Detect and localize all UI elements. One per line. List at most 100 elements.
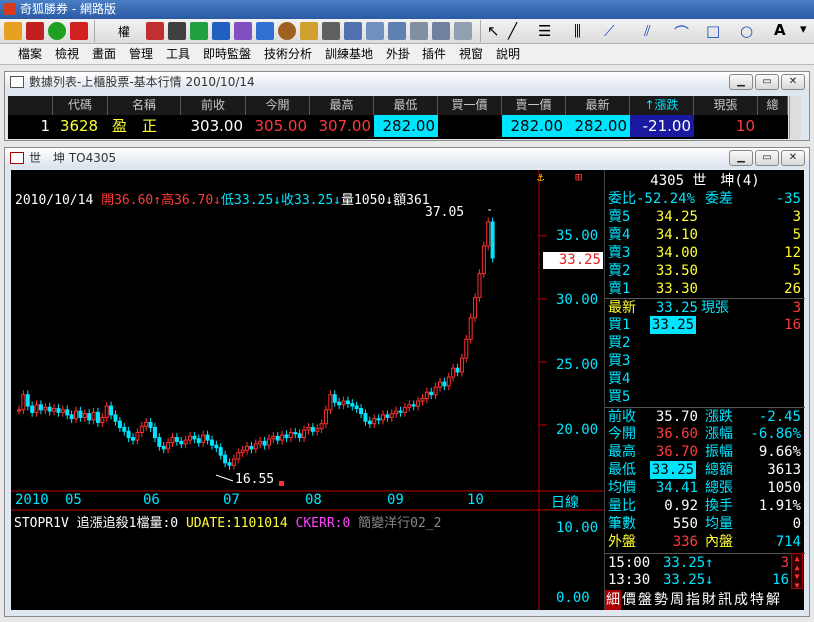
minimize-button[interactable]: ▁: [729, 74, 753, 90]
col-code[interactable]: 代碼: [53, 96, 108, 115]
candlestick-chart[interactable]: 世 坤 2010/10/14 開36.60↑高36.70↓低33.25↓收33.…: [11, 170, 604, 610]
pointer-icon[interactable]: ↖: [487, 22, 500, 40]
pen-icon[interactable]: [322, 22, 340, 40]
col-name[interactable]: 名稱: [108, 96, 181, 115]
col-total[interactable]: 總: [758, 96, 788, 115]
hline-tool-icon[interactable]: ☰: [538, 22, 551, 40]
tab-explain[interactable]: 解: [765, 590, 781, 610]
ask2-row[interactable]: 賣2 33.50 5: [605, 262, 805, 280]
menu-manage[interactable]: 管理: [129, 44, 153, 65]
candle-body: [451, 367, 456, 378]
bid5-row[interactable]: 買5: [605, 388, 805, 406]
fan-tool-icon[interactable]: ⟋: [604, 22, 615, 40]
tab-special[interactable]: 特: [749, 590, 765, 610]
menu-training[interactable]: 訓練基地: [325, 44, 373, 65]
close-button[interactable]: ✕: [781, 150, 805, 166]
table-row[interactable]: 1 3628 盈 正 303.00 305.00 307.00 282.00 2…: [8, 115, 788, 139]
close-button[interactable]: ✕: [781, 74, 805, 90]
tick-scrollbar[interactable]: ▲ ▲ ▼ ▼: [791, 553, 803, 590]
stat-value: 0.92: [664, 498, 698, 514]
vline-tool-icon[interactable]: ⫼: [574, 22, 581, 40]
list-icon[interactable]: [212, 22, 230, 40]
col-vol[interactable]: 現張: [694, 96, 758, 115]
tab-price[interactable]: 價: [621, 590, 637, 610]
col-last[interactable]: 最新: [566, 96, 630, 115]
arc-tool-icon[interactable]: ⌒: [674, 22, 689, 43]
stat-label: 換手: [705, 498, 733, 514]
menu-help[interactable]: 說明: [496, 44, 520, 65]
tick-qty: 16: [772, 572, 789, 588]
maximize-button[interactable]: ▭: [755, 74, 779, 90]
menu-view[interactable]: 檢視: [55, 44, 79, 65]
tab-trades[interactable]: 成: [733, 590, 749, 610]
ellipse-tool-icon[interactable]: ○: [740, 22, 753, 40]
col-low[interactable]: 最低: [374, 96, 438, 115]
tab-finance[interactable]: 財: [701, 590, 717, 610]
menu-screen[interactable]: 畫面: [92, 44, 116, 65]
col-high[interactable]: 最高: [310, 96, 374, 115]
anchor-icon[interactable]: ⚓: [537, 170, 544, 184]
table-icon[interactable]: [344, 22, 362, 40]
menu-monitor[interactable]: 即時監盤: [203, 44, 251, 65]
col-change[interactable]: ↑漲跌: [630, 96, 694, 115]
bid4-row[interactable]: 買4: [605, 370, 805, 388]
menu-window[interactable]: 視窗: [459, 44, 483, 65]
list-scrollbar[interactable]: [789, 96, 801, 139]
candle-body: [433, 386, 438, 396]
minimize-button[interactable]: ▁: [729, 150, 753, 166]
line-tool-icon[interactable]: ╱: [508, 22, 517, 40]
tab-detail[interactable]: 細: [605, 590, 621, 610]
more-tools-icon[interactable]: ▾: [800, 22, 807, 37]
ask5-row[interactable]: 賣5 34.25 3: [605, 208, 805, 226]
ask1-row[interactable]: 賣1 33.30 26: [605, 280, 805, 298]
candle-body: [319, 423, 324, 430]
col-prev[interactable]: 前收: [181, 96, 246, 115]
tab-news[interactable]: 訊: [717, 590, 733, 610]
search-icon[interactable]: [256, 22, 274, 40]
menu-tools[interactable]: 工具: [166, 44, 190, 65]
layout-icon[interactable]: [454, 22, 472, 40]
open-icon[interactable]: [4, 22, 22, 40]
col-ask[interactable]: 賣一價: [502, 96, 566, 115]
window-icon[interactable]: [388, 22, 406, 40]
col-bid[interactable]: 買一價: [438, 96, 502, 115]
text-tool-icon[interactable]: A: [774, 21, 786, 39]
candle-body: [350, 403, 355, 407]
arrows-icon[interactable]: [70, 22, 88, 40]
ask3-row[interactable]: 賣3 34.00 12: [605, 244, 805, 262]
green-chart-icon[interactable]: [190, 22, 208, 40]
rect-tool-icon[interactable]: □: [706, 22, 720, 40]
maximize-button[interactable]: ▭: [755, 150, 779, 166]
cascade-icon[interactable]: [432, 22, 450, 40]
tab-order[interactable]: 盤: [637, 590, 653, 610]
tile-icon[interactable]: [410, 22, 428, 40]
candle-body: [231, 458, 236, 466]
menu-technical[interactable]: 技術分析: [264, 44, 312, 65]
rights-button[interactable]: 權: [118, 23, 130, 40]
purple-chart-icon[interactable]: [234, 22, 252, 40]
menu-file[interactable]: 檔案: [18, 44, 42, 65]
tab-index[interactable]: 指: [685, 590, 701, 610]
star-icon[interactable]: [300, 22, 318, 40]
record-icon[interactable]: [146, 22, 164, 40]
bid2-row[interactable]: 買2: [605, 334, 805, 352]
menu-plugin[interactable]: 外掛: [386, 44, 410, 65]
menu-addon[interactable]: 插件: [422, 44, 446, 65]
chart-settings-icon[interactable]: ⊞: [575, 170, 582, 184]
chart-max-label: 37.05: [425, 205, 465, 220]
bid3-row[interactable]: 買3: [605, 352, 805, 370]
bid1-row[interactable]: 買1 33.25 16: [605, 316, 805, 334]
glasses-icon[interactable]: [168, 22, 186, 40]
vol-y-top: 10.00: [556, 520, 599, 536]
tab-week[interactable]: 周: [669, 590, 685, 610]
period-label[interactable]: 日線: [551, 492, 579, 512]
candle-body: [468, 317, 473, 340]
ask4-row[interactable]: 賣4 34.10 5: [605, 226, 805, 244]
globe-icon[interactable]: [278, 22, 296, 40]
grid-icon[interactable]: [366, 22, 384, 40]
tab-trend[interactable]: 勢: [653, 590, 669, 610]
channel-tool-icon[interactable]: ⫽: [644, 22, 651, 40]
rsi-icon[interactable]: [26, 22, 44, 40]
col-open[interactable]: 今開: [246, 96, 310, 115]
refresh-icon[interactable]: [48, 22, 66, 40]
